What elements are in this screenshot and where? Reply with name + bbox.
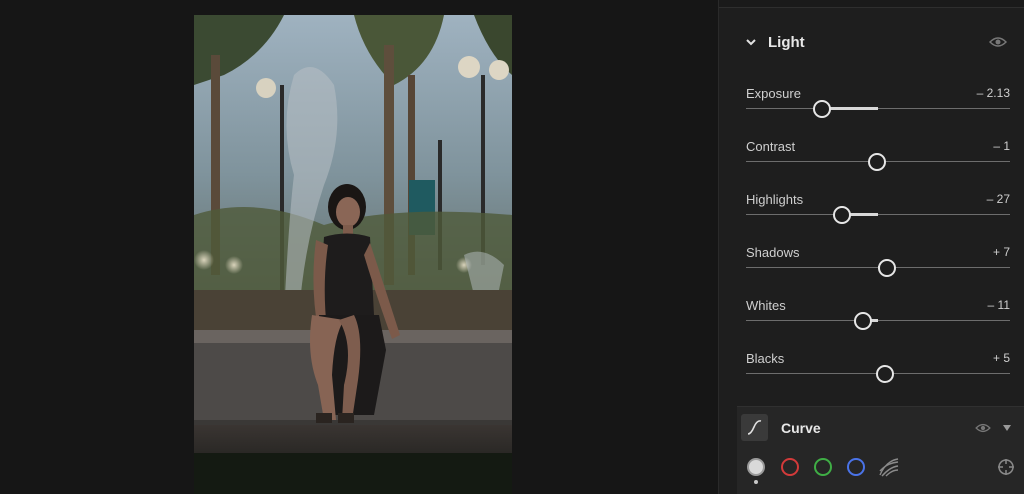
- slider-label: Highlights: [746, 192, 804, 207]
- photo-editor: Light Exposure – 2.13 Contrast – 1 Highl…: [0, 0, 1024, 494]
- slider-label: Shadows: [746, 245, 800, 260]
- edit-panel: Light Exposure – 2.13 Contrast – 1 Highl…: [718, 0, 1024, 494]
- target-icon[interactable]: [997, 458, 1015, 476]
- contrast-slider-row: Contrast – 1: [746, 139, 1010, 179]
- slider-thumb[interactable]: [854, 312, 873, 330]
- photo-preview[interactable]: [194, 15, 512, 494]
- exposure-slider-row: Exposure – 2.13: [746, 86, 1010, 126]
- eye-icon[interactable]: [989, 35, 1007, 49]
- slider-label: Exposure: [746, 86, 801, 101]
- light-section-header[interactable]: Light: [719, 24, 1024, 62]
- image-canvas[interactable]: [0, 0, 718, 494]
- panel-divider: [719, 0, 1024, 8]
- chevron-down-icon[interactable]: [745, 36, 757, 48]
- slider-thumb[interactable]: [867, 153, 886, 171]
- red-channel-button[interactable]: [781, 458, 799, 476]
- triangle-down-icon[interactable]: [1003, 425, 1011, 431]
- slider-track[interactable]: [746, 214, 1010, 215]
- slider-label: Whites: [746, 298, 786, 313]
- slider-value[interactable]: + 5: [993, 351, 1010, 365]
- tone-curve-icon[interactable]: [741, 414, 768, 441]
- slider-label: Contrast: [746, 139, 796, 154]
- green-channel-button[interactable]: [814, 458, 832, 476]
- slider-thumb[interactable]: [875, 365, 894, 383]
- slider-track[interactable]: [746, 320, 1010, 321]
- rgb-channel-button[interactable]: [747, 458, 765, 476]
- shadows-slider-row: Shadows + 7: [746, 245, 1010, 285]
- slider-label: Blacks: [746, 351, 785, 366]
- curve-title[interactable]: Curve: [781, 420, 821, 436]
- blacks-slider-row: Blacks + 5: [746, 351, 1010, 391]
- parametric-curve-icon[interactable]: [878, 457, 900, 477]
- whites-slider-row: Whites – 11: [746, 298, 1010, 338]
- eye-icon[interactable]: [975, 422, 991, 434]
- curve-section: Curve: [737, 406, 1024, 494]
- slider-thumb[interactable]: [812, 100, 831, 118]
- section-title: Light: [768, 34, 805, 51]
- slider-value[interactable]: – 1: [993, 139, 1010, 153]
- highlights-slider-row: Highlights – 27: [746, 192, 1010, 232]
- slider-thumb[interactable]: [878, 259, 897, 277]
- slider-value[interactable]: – 11: [988, 298, 1010, 312]
- selected-indicator: [754, 480, 758, 484]
- slider-track[interactable]: [746, 108, 1010, 109]
- slider-value[interactable]: + 7: [993, 245, 1010, 259]
- slider-value[interactable]: – 27: [987, 192, 1010, 206]
- slider-thumb[interactable]: [833, 206, 852, 224]
- blue-channel-button[interactable]: [847, 458, 865, 476]
- slider-value[interactable]: – 2.13: [977, 86, 1010, 100]
